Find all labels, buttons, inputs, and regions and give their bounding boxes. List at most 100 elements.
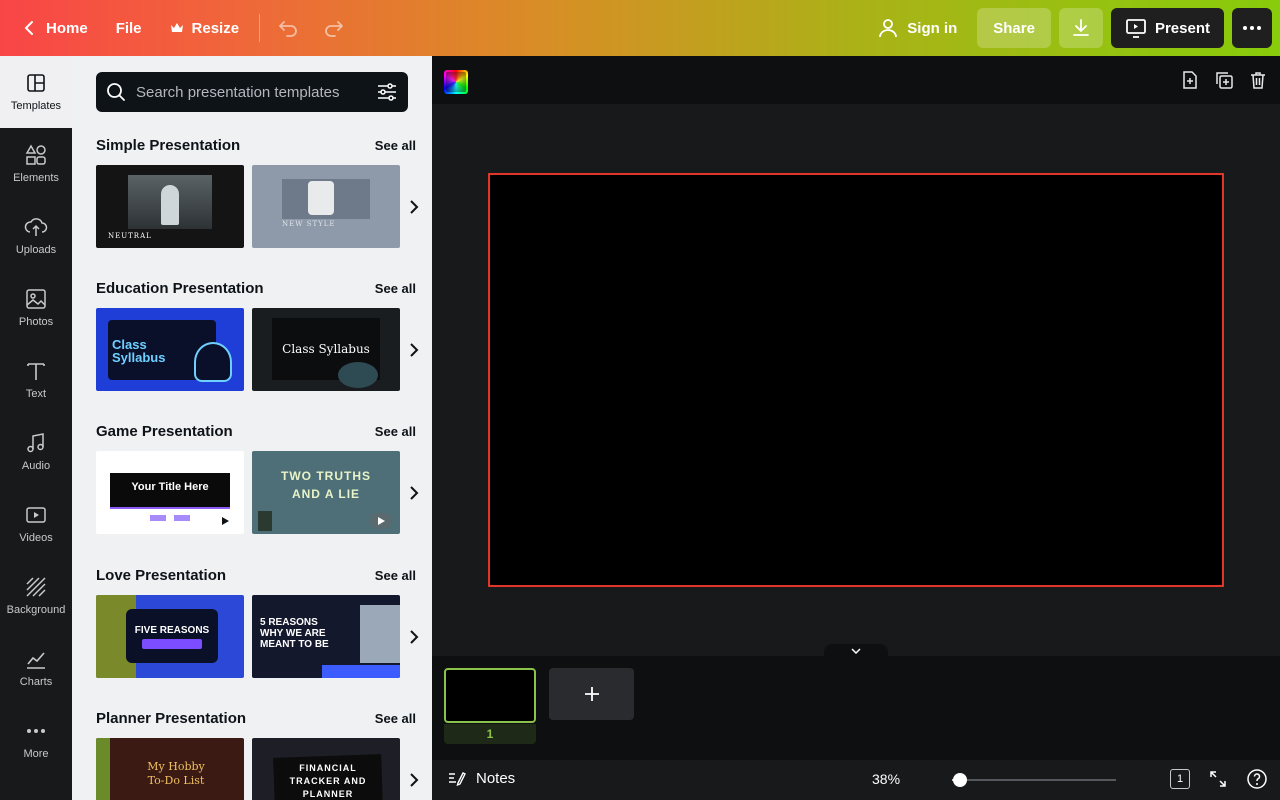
zoom-level[interactable]: 38%: [872, 771, 900, 787]
file-menu-button[interactable]: File: [104, 8, 154, 48]
chevron-right-icon: [410, 629, 419, 644]
rail-item-audio[interactable]: Audio: [0, 416, 72, 488]
play-icon: [222, 517, 229, 525]
chart-icon: [27, 652, 45, 669]
more-options-button[interactable]: [1232, 8, 1272, 48]
toggle-filmstrip-button[interactable]: [824, 644, 888, 658]
play-badge: [214, 513, 236, 529]
rail-item-elements[interactable]: Elements: [0, 128, 72, 200]
help-icon[interactable]: [1246, 768, 1268, 790]
rail-label: More: [23, 748, 49, 760]
text-icon: [27, 363, 45, 380]
rail-item-uploads[interactable]: Uploads: [0, 200, 72, 272]
thumbnail-title: 5 REASONS WHY WE ARE MEANT TO BE: [260, 617, 329, 650]
background-color-button[interactable]: [444, 70, 468, 94]
rail-item-templates[interactable]: Templates: [0, 56, 72, 128]
thumbnail-title: FIVE REASONS: [134, 625, 210, 636]
thumbnail-title: My Hobby To-Do List: [147, 760, 205, 787]
see-all-link[interactable]: See all: [375, 711, 416, 726]
chevron-right-icon: [410, 772, 419, 787]
next-arrow-button[interactable]: [404, 165, 424, 248]
sign-in-label: Sign in: [907, 19, 958, 37]
see-all-link[interactable]: See all: [375, 568, 416, 583]
template-search-bar: [96, 72, 408, 112]
rail-label: Uploads: [15, 244, 57, 256]
resize-button[interactable]: Resize: [158, 8, 252, 48]
zoom-slider-knob[interactable]: [953, 773, 968, 787]
rail-item-videos[interactable]: Videos: [0, 488, 72, 560]
rail-label: Background: [6, 604, 66, 616]
background-icon: [26, 577, 46, 597]
see-all-link[interactable]: See all: [375, 138, 416, 153]
download-button[interactable]: [1058, 8, 1103, 48]
rail-label: Templates: [10, 100, 62, 112]
next-arrow-button[interactable]: [404, 738, 424, 800]
elements-icon: [25, 144, 46, 165]
add-page-button[interactable]: [549, 668, 634, 720]
thumbnail-title: Class Syllabus: [112, 337, 166, 365]
rail-item-more[interactable]: More: [0, 704, 72, 776]
template-thumbnail[interactable]: TWO TRUTHS AND A LIE: [252, 451, 400, 534]
next-arrow-button[interactable]: [404, 595, 424, 678]
resize-label: Resize: [191, 19, 240, 37]
next-arrow-button[interactable]: [404, 308, 424, 391]
present-icon: [1126, 19, 1146, 38]
play-icon: [378, 517, 385, 525]
undo-button[interactable]: [268, 8, 308, 48]
music-icon: [27, 433, 44, 453]
status-bar: Notes 38% 1: [432, 760, 1280, 800]
chevron-down-icon: [851, 648, 861, 654]
notes-button[interactable]: Notes: [446, 768, 515, 788]
template-thumbnail[interactable]: NEUTRAL: [96, 165, 244, 248]
page-count-button[interactable]: 1: [1170, 769, 1190, 789]
rail-label: Audio: [21, 460, 51, 472]
see-all-link[interactable]: See all: [375, 424, 416, 439]
zoom-slider[interactable]: [952, 773, 1116, 787]
page-thumbnail[interactable]: [444, 668, 536, 723]
rail-item-background[interactable]: Background: [0, 560, 72, 632]
search-input[interactable]: [136, 83, 376, 101]
sign-in-button[interactable]: Sign in: [865, 8, 969, 48]
present-button[interactable]: Present: [1110, 8, 1224, 48]
rail-item-charts[interactable]: Charts: [0, 632, 72, 704]
template-thumbnail[interactable]: 5 REASONS WHY WE ARE MEANT TO BE: [252, 595, 400, 678]
templates-icon: [27, 74, 45, 92]
thumbnail-title: Class Syllabus: [282, 342, 370, 356]
filter-icon[interactable]: [376, 81, 398, 103]
thumbnail-title: TWO TRUTHS AND A LIE: [281, 469, 371, 501]
template-thumbnail[interactable]: NEW STYLE: [252, 165, 400, 248]
template-section: Planner Presentation See all My Hobby To…: [96, 706, 432, 800]
template-thumbnail[interactable]: Class Syllabus: [252, 308, 400, 391]
next-arrow-button[interactable]: [404, 451, 424, 534]
template-thumbnail[interactable]: My Hobby To-Do List: [96, 738, 244, 800]
upload-icon: [24, 218, 48, 236]
redo-button[interactable]: [314, 8, 354, 48]
notes-icon: [449, 772, 466, 787]
rail-item-text[interactable]: Text: [0, 344, 72, 416]
template-thumbnail[interactable]: FINANCIAL TRACKER AND PLANNER: [252, 738, 400, 800]
see-all-link[interactable]: See all: [375, 281, 416, 296]
page-filmstrip: 1: [432, 644, 1280, 760]
share-button[interactable]: Share: [977, 8, 1051, 48]
add-page-icon[interactable]: [1178, 68, 1202, 92]
thumbnail-title: NEW STYLE: [282, 220, 336, 228]
present-label: Present: [1154, 19, 1210, 37]
section-title: Education Presentation: [96, 279, 264, 297]
top-bar: Home File Resize Sign in Share Present: [0, 0, 1280, 56]
slide-canvas[interactable]: [488, 173, 1224, 587]
home-button[interactable]: Home: [10, 8, 100, 48]
delete-page-icon[interactable]: [1246, 68, 1270, 92]
template-thumbnail[interactable]: FIVE REASONS: [96, 595, 244, 678]
undo-icon: [279, 21, 297, 37]
thumbnail-title: FINANCIAL TRACKER AND PLANNER: [289, 763, 367, 799]
search-icon: [107, 83, 125, 101]
side-navigation: Templates Elements Uploads Photos Text A…: [0, 56, 72, 800]
editor-area: [432, 56, 1280, 656]
rail-item-photos[interactable]: Photos: [0, 272, 72, 344]
template-thumbnail[interactable]: Class Syllabus: [96, 308, 244, 391]
template-thumbnail[interactable]: Your Title Here: [96, 451, 244, 534]
crown-icon: [170, 23, 183, 32]
section-title: Love Presentation: [96, 566, 227, 584]
fullscreen-icon[interactable]: [1208, 769, 1228, 789]
duplicate-page-icon[interactable]: [1212, 68, 1236, 92]
